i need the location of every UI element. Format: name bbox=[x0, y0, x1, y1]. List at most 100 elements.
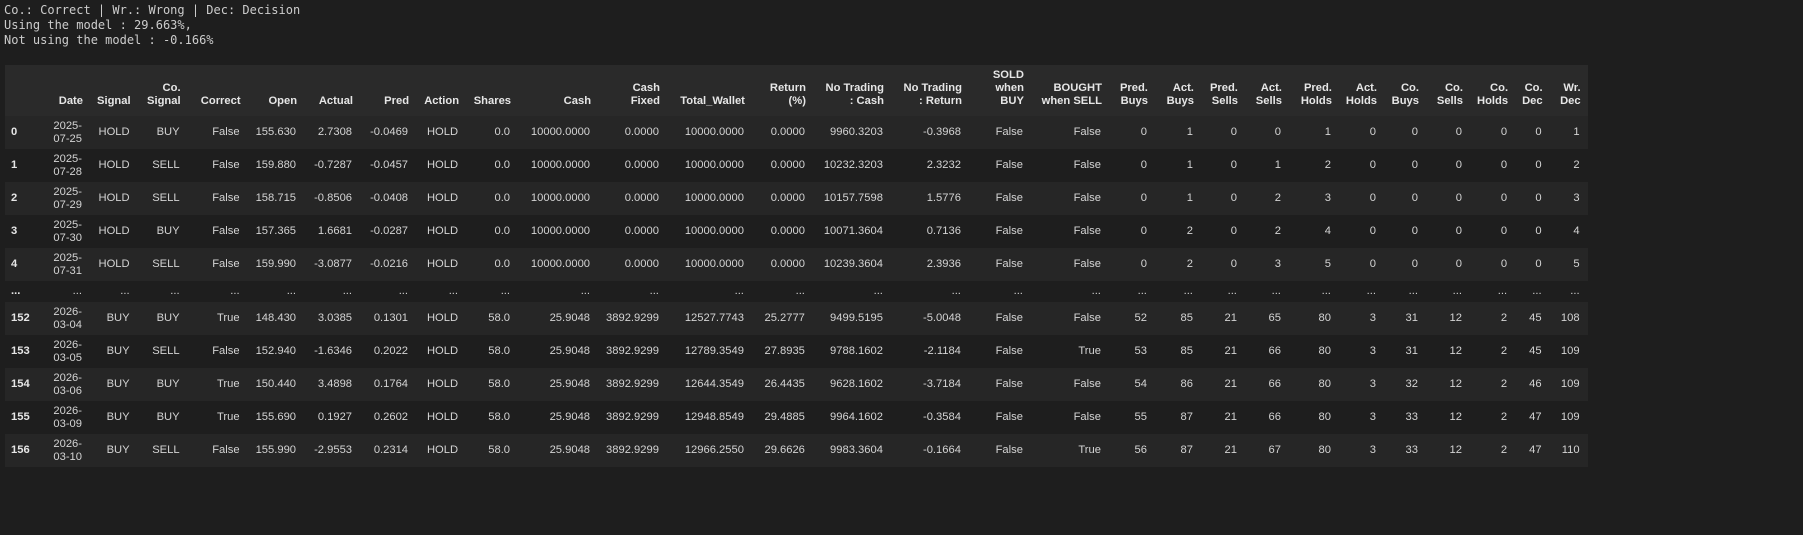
table-cell: HOLD bbox=[426, 444, 459, 456]
table-header-row: Date Signal Co. Signal Correct Open Actual Pre… bbox=[5, 65, 1588, 116]
table-cell: -0.0287 bbox=[370, 225, 409, 237]
table-cell: ... bbox=[1452, 285, 1462, 297]
table-cell: 155.690 bbox=[255, 411, 297, 423]
table-cell: 12789.3549 bbox=[684, 345, 744, 357]
table-cell: HOLD bbox=[426, 258, 459, 270]
row-index: 153 bbox=[11, 345, 30, 357]
table-cell: 0 bbox=[1500, 192, 1508, 204]
table-cell: 3.0385 bbox=[317, 312, 353, 324]
table-cell: 0 bbox=[1535, 126, 1542, 138]
table-cell: 0.2022 bbox=[373, 345, 409, 357]
table-cell: 25.9048 bbox=[549, 444, 591, 456]
table-cell: False bbox=[1073, 126, 1101, 138]
table-cell: ... bbox=[1227, 285, 1237, 297]
table-cell: 0 bbox=[1140, 258, 1147, 270]
table-cell: ... bbox=[500, 285, 511, 297]
table-cell: 66 bbox=[1268, 411, 1281, 423]
table-cell: 2 bbox=[1324, 159, 1331, 171]
table-cell: 58.0 bbox=[488, 312, 511, 324]
table-cell: 10000.0000 bbox=[530, 159, 591, 171]
table-cell: ... bbox=[734, 285, 744, 297]
table-cell: ... bbox=[580, 285, 591, 297]
table-cell: 12 bbox=[1449, 444, 1462, 456]
table-cell: 10000.0000 bbox=[684, 159, 744, 171]
table-cell: 0 bbox=[1455, 192, 1462, 204]
table-cell: HOLD bbox=[426, 345, 459, 357]
column-header: Co. Dec bbox=[1515, 65, 1550, 116]
table-cell: 0.1764 bbox=[373, 378, 409, 390]
table-cell: True bbox=[1078, 444, 1101, 456]
table-cell: BUY bbox=[156, 378, 180, 390]
table-cell: 3892.9299 bbox=[606, 312, 659, 324]
table-cell: 56 bbox=[1134, 444, 1147, 456]
table-cell: SELL bbox=[152, 444, 180, 456]
table-cell: ... bbox=[342, 285, 353, 297]
table-cell: 2 bbox=[1186, 225, 1193, 237]
table-cell-date: 2025-07-29 bbox=[53, 185, 82, 211]
table-cell: 46 bbox=[1529, 378, 1542, 390]
table-row: 3 2025-07-30 HOLD BUY False 157.365 1.6681 -0.0… bbox=[5, 215, 1588, 248]
table-cell: ... bbox=[1137, 285, 1147, 297]
table-cell: ... bbox=[951, 285, 961, 297]
table-cell: HOLD bbox=[426, 378, 459, 390]
table-cell: 47 bbox=[1529, 411, 1542, 423]
table-cell: 10000.0000 bbox=[684, 258, 744, 270]
table-cell: 0.0 bbox=[494, 159, 511, 171]
table-cell: 0.0000 bbox=[624, 258, 659, 270]
table-cell: ... bbox=[1183, 285, 1193, 297]
table-cell: True bbox=[216, 378, 240, 390]
table-row: 153 2026-03-05 BUY SELL False 152.940 -1.6346 0… bbox=[5, 335, 1588, 368]
column-header: Total_Wallet bbox=[666, 65, 752, 116]
table-cell: 0 bbox=[1411, 225, 1418, 237]
table-cell: False bbox=[1073, 312, 1101, 324]
column-header bbox=[5, 65, 45, 116]
column-header: No Trading : Cash bbox=[812, 65, 891, 116]
model-return-line: Using the model : 29.663%, bbox=[4, 18, 192, 32]
table-cell: 2 bbox=[1500, 345, 1508, 357]
table-cell: 0.0000 bbox=[770, 159, 805, 171]
table-cell: 1 bbox=[1573, 126, 1580, 138]
column-header: Pred. Holds bbox=[1288, 65, 1339, 116]
table-cell: 152.940 bbox=[255, 345, 297, 357]
table-cell: 109 bbox=[1560, 345, 1580, 357]
table-cell: 33 bbox=[1405, 411, 1418, 423]
table-cell: 66 bbox=[1268, 378, 1281, 390]
table-cell: 12644.3549 bbox=[684, 378, 744, 390]
table-cell: 0 bbox=[1230, 126, 1237, 138]
table-cell: 0 bbox=[1455, 126, 1462, 138]
table-cell: 9499.5195 bbox=[830, 312, 883, 324]
table-row: 4 2025-07-31 HOLD SELL False 159.990 -3.0877 -0… bbox=[5, 248, 1588, 281]
output-text: Co.: Correct | Wr.: Wrong | Dec: Decisio… bbox=[0, 0, 1803, 48]
table-cell: 85 bbox=[1180, 345, 1193, 357]
table-cell: 10239.3604 bbox=[823, 258, 883, 270]
table-cell: BUY bbox=[106, 312, 130, 324]
column-header: Co. Sells bbox=[1426, 65, 1470, 116]
table-cell: False bbox=[1073, 258, 1101, 270]
table-cell: ... bbox=[286, 285, 297, 297]
table-cell: BUY bbox=[156, 312, 180, 324]
column-header: Return (%) bbox=[751, 65, 813, 116]
column-header: SOLD when BUY bbox=[968, 65, 1031, 116]
table-cell: False bbox=[995, 444, 1023, 456]
column-header: Cash Fixed bbox=[598, 65, 667, 116]
column-header: Co. Buys bbox=[1384, 65, 1426, 116]
table-cell: -2.9553 bbox=[314, 444, 353, 456]
table-cell: True bbox=[1078, 345, 1101, 357]
table-cell: 12948.8549 bbox=[684, 411, 744, 423]
table-cell: 3 bbox=[1369, 378, 1376, 390]
table-cell: 0.0 bbox=[494, 225, 511, 237]
table-cell: 10000.0000 bbox=[684, 225, 744, 237]
table-cell: HOLD bbox=[426, 225, 459, 237]
table-cell: 21 bbox=[1224, 312, 1237, 324]
row-index: ... bbox=[11, 285, 21, 297]
table-cell: 25.9048 bbox=[549, 312, 591, 324]
table-cell: 0.0 bbox=[494, 126, 511, 138]
table-row: 2 2025-07-29 HOLD SELL False 158.715 -0.8506 -0… bbox=[5, 182, 1588, 215]
table-cell: 0 bbox=[1230, 159, 1237, 171]
table-cell: True bbox=[216, 411, 240, 423]
table-cell: -0.0469 bbox=[370, 126, 409, 138]
table-row: 156 2026-03-10 BUY SELL False 155.990 -2.9553 0… bbox=[5, 434, 1588, 467]
table-cell: 0 bbox=[1500, 225, 1508, 237]
column-header: Date bbox=[45, 65, 90, 116]
table-cell: 109 bbox=[1560, 411, 1580, 423]
